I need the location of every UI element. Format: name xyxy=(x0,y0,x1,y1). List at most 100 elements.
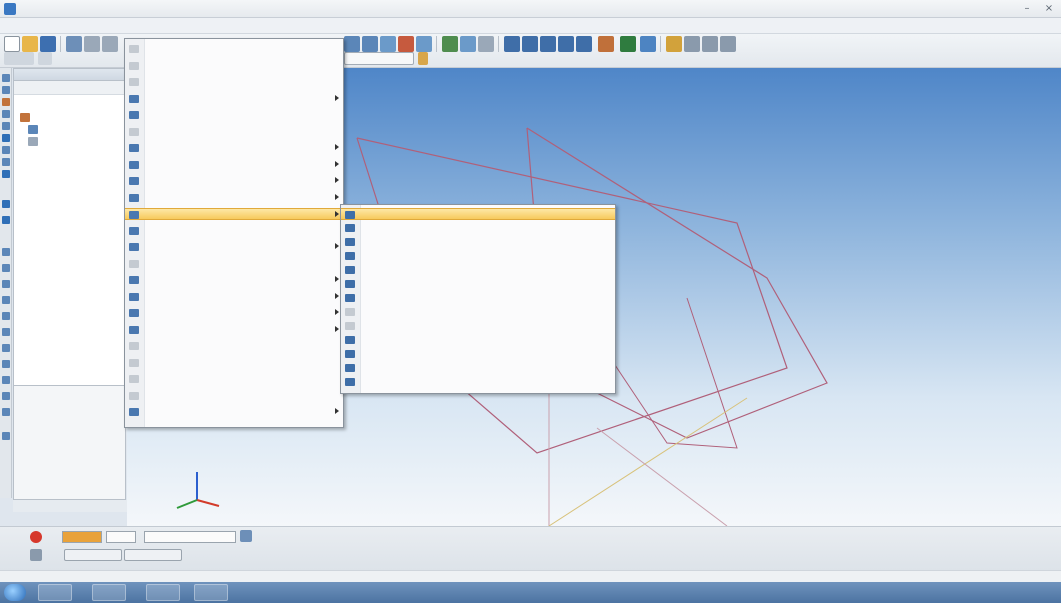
select-tool-icon[interactable] xyxy=(2,200,10,208)
save-icon[interactable] xyxy=(40,36,56,52)
shaded-icon[interactable] xyxy=(504,36,520,52)
aux-geometry-icon[interactable] xyxy=(2,110,10,118)
submenu-item-7[interactable] xyxy=(341,306,615,318)
layers-icon[interactable] xyxy=(702,36,718,52)
property-field-a[interactable] xyxy=(62,531,102,543)
submenu-item-10[interactable] xyxy=(341,348,615,360)
parameters-tab-icon[interactable] xyxy=(30,549,42,561)
system-tray[interactable] xyxy=(935,584,1055,601)
arrow-icon[interactable] xyxy=(640,36,656,52)
new-file-icon[interactable] xyxy=(4,36,20,52)
spec-tool-icon[interactable] xyxy=(2,216,10,224)
check-icon[interactable] xyxy=(620,36,636,52)
taskbar-app-1[interactable] xyxy=(38,584,72,601)
context-menu-item-12[interactable] xyxy=(125,241,343,253)
cut-icon[interactable] xyxy=(84,36,100,52)
tool-icon-a[interactable] xyxy=(2,248,10,256)
submenu-item-2[interactable] xyxy=(341,236,615,248)
app-icon[interactable] xyxy=(4,3,16,15)
property-field-b[interactable] xyxy=(106,531,136,543)
copy-icon[interactable] xyxy=(102,36,118,52)
stop-icon[interactable] xyxy=(30,531,42,543)
context-menu-item-11[interactable] xyxy=(125,225,343,237)
zoom-out-icon[interactable] xyxy=(362,36,378,52)
tree-row-root[interactable] xyxy=(20,113,30,123)
hidden-lines-thin-icon[interactable] xyxy=(558,36,574,52)
submenu-item-0[interactable] xyxy=(341,208,615,220)
orientation-icon[interactable] xyxy=(460,36,476,52)
scale-dropdown-icon[interactable] xyxy=(38,52,52,65)
grid-icon[interactable] xyxy=(684,36,700,52)
context-menu-item-16[interactable] xyxy=(125,307,343,319)
tool-icon-d[interactable] xyxy=(2,296,10,304)
context-menu-item-19[interactable] xyxy=(125,357,343,369)
submenu-item-9[interactable] xyxy=(341,334,615,346)
property-field-c[interactable] xyxy=(144,531,236,543)
menu-item-0[interactable] xyxy=(6,20,24,32)
notation-tool-icon[interactable] xyxy=(2,158,10,166)
taskbar-app-2[interactable] xyxy=(92,584,126,601)
tree-row-origin[interactable] xyxy=(28,125,38,135)
close-button[interactable]: × xyxy=(1042,2,1056,15)
taskbar-app-4[interactable] xyxy=(194,584,228,601)
sheet-metal-icon[interactable] xyxy=(2,134,10,142)
context-menu-item-5[interactable] xyxy=(125,126,343,138)
menu-item-7[interactable] xyxy=(258,20,276,32)
geometry-tool-icon[interactable] xyxy=(2,74,10,82)
wireframe-icon[interactable] xyxy=(522,36,538,52)
tool-icon-l[interactable] xyxy=(2,432,10,440)
view-icon[interactable] xyxy=(478,36,494,52)
tool-icon-h[interactable] xyxy=(2,360,10,368)
context-menu-item-2[interactable] xyxy=(125,76,343,88)
submenu-item-11[interactable] xyxy=(341,362,615,374)
submenu-item-6[interactable] xyxy=(341,292,615,304)
zoom-fit-icon[interactable] xyxy=(398,36,414,52)
context-menu-item-17[interactable] xyxy=(125,324,343,336)
dimensions-tool-icon[interactable] xyxy=(2,146,10,154)
scale-select[interactable] xyxy=(4,52,34,65)
tool-icon-e[interactable] xyxy=(2,312,10,320)
submenu-item-5[interactable] xyxy=(341,278,615,290)
context-menu-item-14[interactable] xyxy=(125,274,343,286)
settings-icon[interactable] xyxy=(720,36,736,52)
context-menu-item-18[interactable] xyxy=(125,340,343,352)
edit-tool-icon[interactable] xyxy=(2,86,10,94)
measure-tool-icon[interactable] xyxy=(2,170,10,178)
submenu-item-3[interactable] xyxy=(341,250,615,262)
menu-item-4[interactable] xyxy=(150,20,168,32)
tool-icon-g[interactable] xyxy=(2,344,10,352)
rotate-icon[interactable] xyxy=(442,36,458,52)
pan-icon[interactable] xyxy=(416,36,432,52)
menu-item-1[interactable] xyxy=(38,20,56,32)
menu-item-5[interactable] xyxy=(205,20,223,32)
submenu-item-4[interactable] xyxy=(341,264,615,276)
context-menu-item-10[interactable] xyxy=(125,208,343,220)
minimize-button[interactable]: – xyxy=(1020,2,1034,15)
zoom-in-icon[interactable] xyxy=(344,36,360,52)
context-menu-item-9[interactable] xyxy=(125,192,343,204)
context-menu-item-8[interactable] xyxy=(125,175,343,187)
context-menu-item-1[interactable] xyxy=(125,60,343,72)
tool-icon-j[interactable] xyxy=(2,392,10,400)
tool-icon-c[interactable] xyxy=(2,280,10,288)
perspective-icon[interactable] xyxy=(576,36,592,52)
context-menu-item-6[interactable] xyxy=(125,142,343,154)
context-menu-item-7[interactable] xyxy=(125,159,343,171)
submenu-item-1[interactable] xyxy=(341,222,615,234)
menu-item-2[interactable] xyxy=(72,20,90,32)
context-menu-item-15[interactable] xyxy=(125,291,343,303)
arrays-tool-icon[interactable] xyxy=(2,98,10,106)
tree-row-sketch[interactable] xyxy=(28,137,38,147)
windows-orb-icon[interactable] xyxy=(4,584,26,601)
pointer-icon[interactable] xyxy=(418,52,428,65)
apply-icon[interactable] xyxy=(240,530,252,542)
submenu-item-8[interactable] xyxy=(341,320,615,332)
view-select[interactable] xyxy=(344,52,414,65)
context-menu-item-0[interactable] xyxy=(125,43,343,55)
menu-item-8[interactable] xyxy=(286,20,304,32)
menu-item-6[interactable] xyxy=(232,20,250,32)
surfaces-tool-icon[interactable] xyxy=(2,122,10,130)
context-menu-item-22[interactable] xyxy=(125,406,343,418)
zoom-window-icon[interactable] xyxy=(380,36,396,52)
submenu-item-12[interactable] xyxy=(341,376,615,388)
